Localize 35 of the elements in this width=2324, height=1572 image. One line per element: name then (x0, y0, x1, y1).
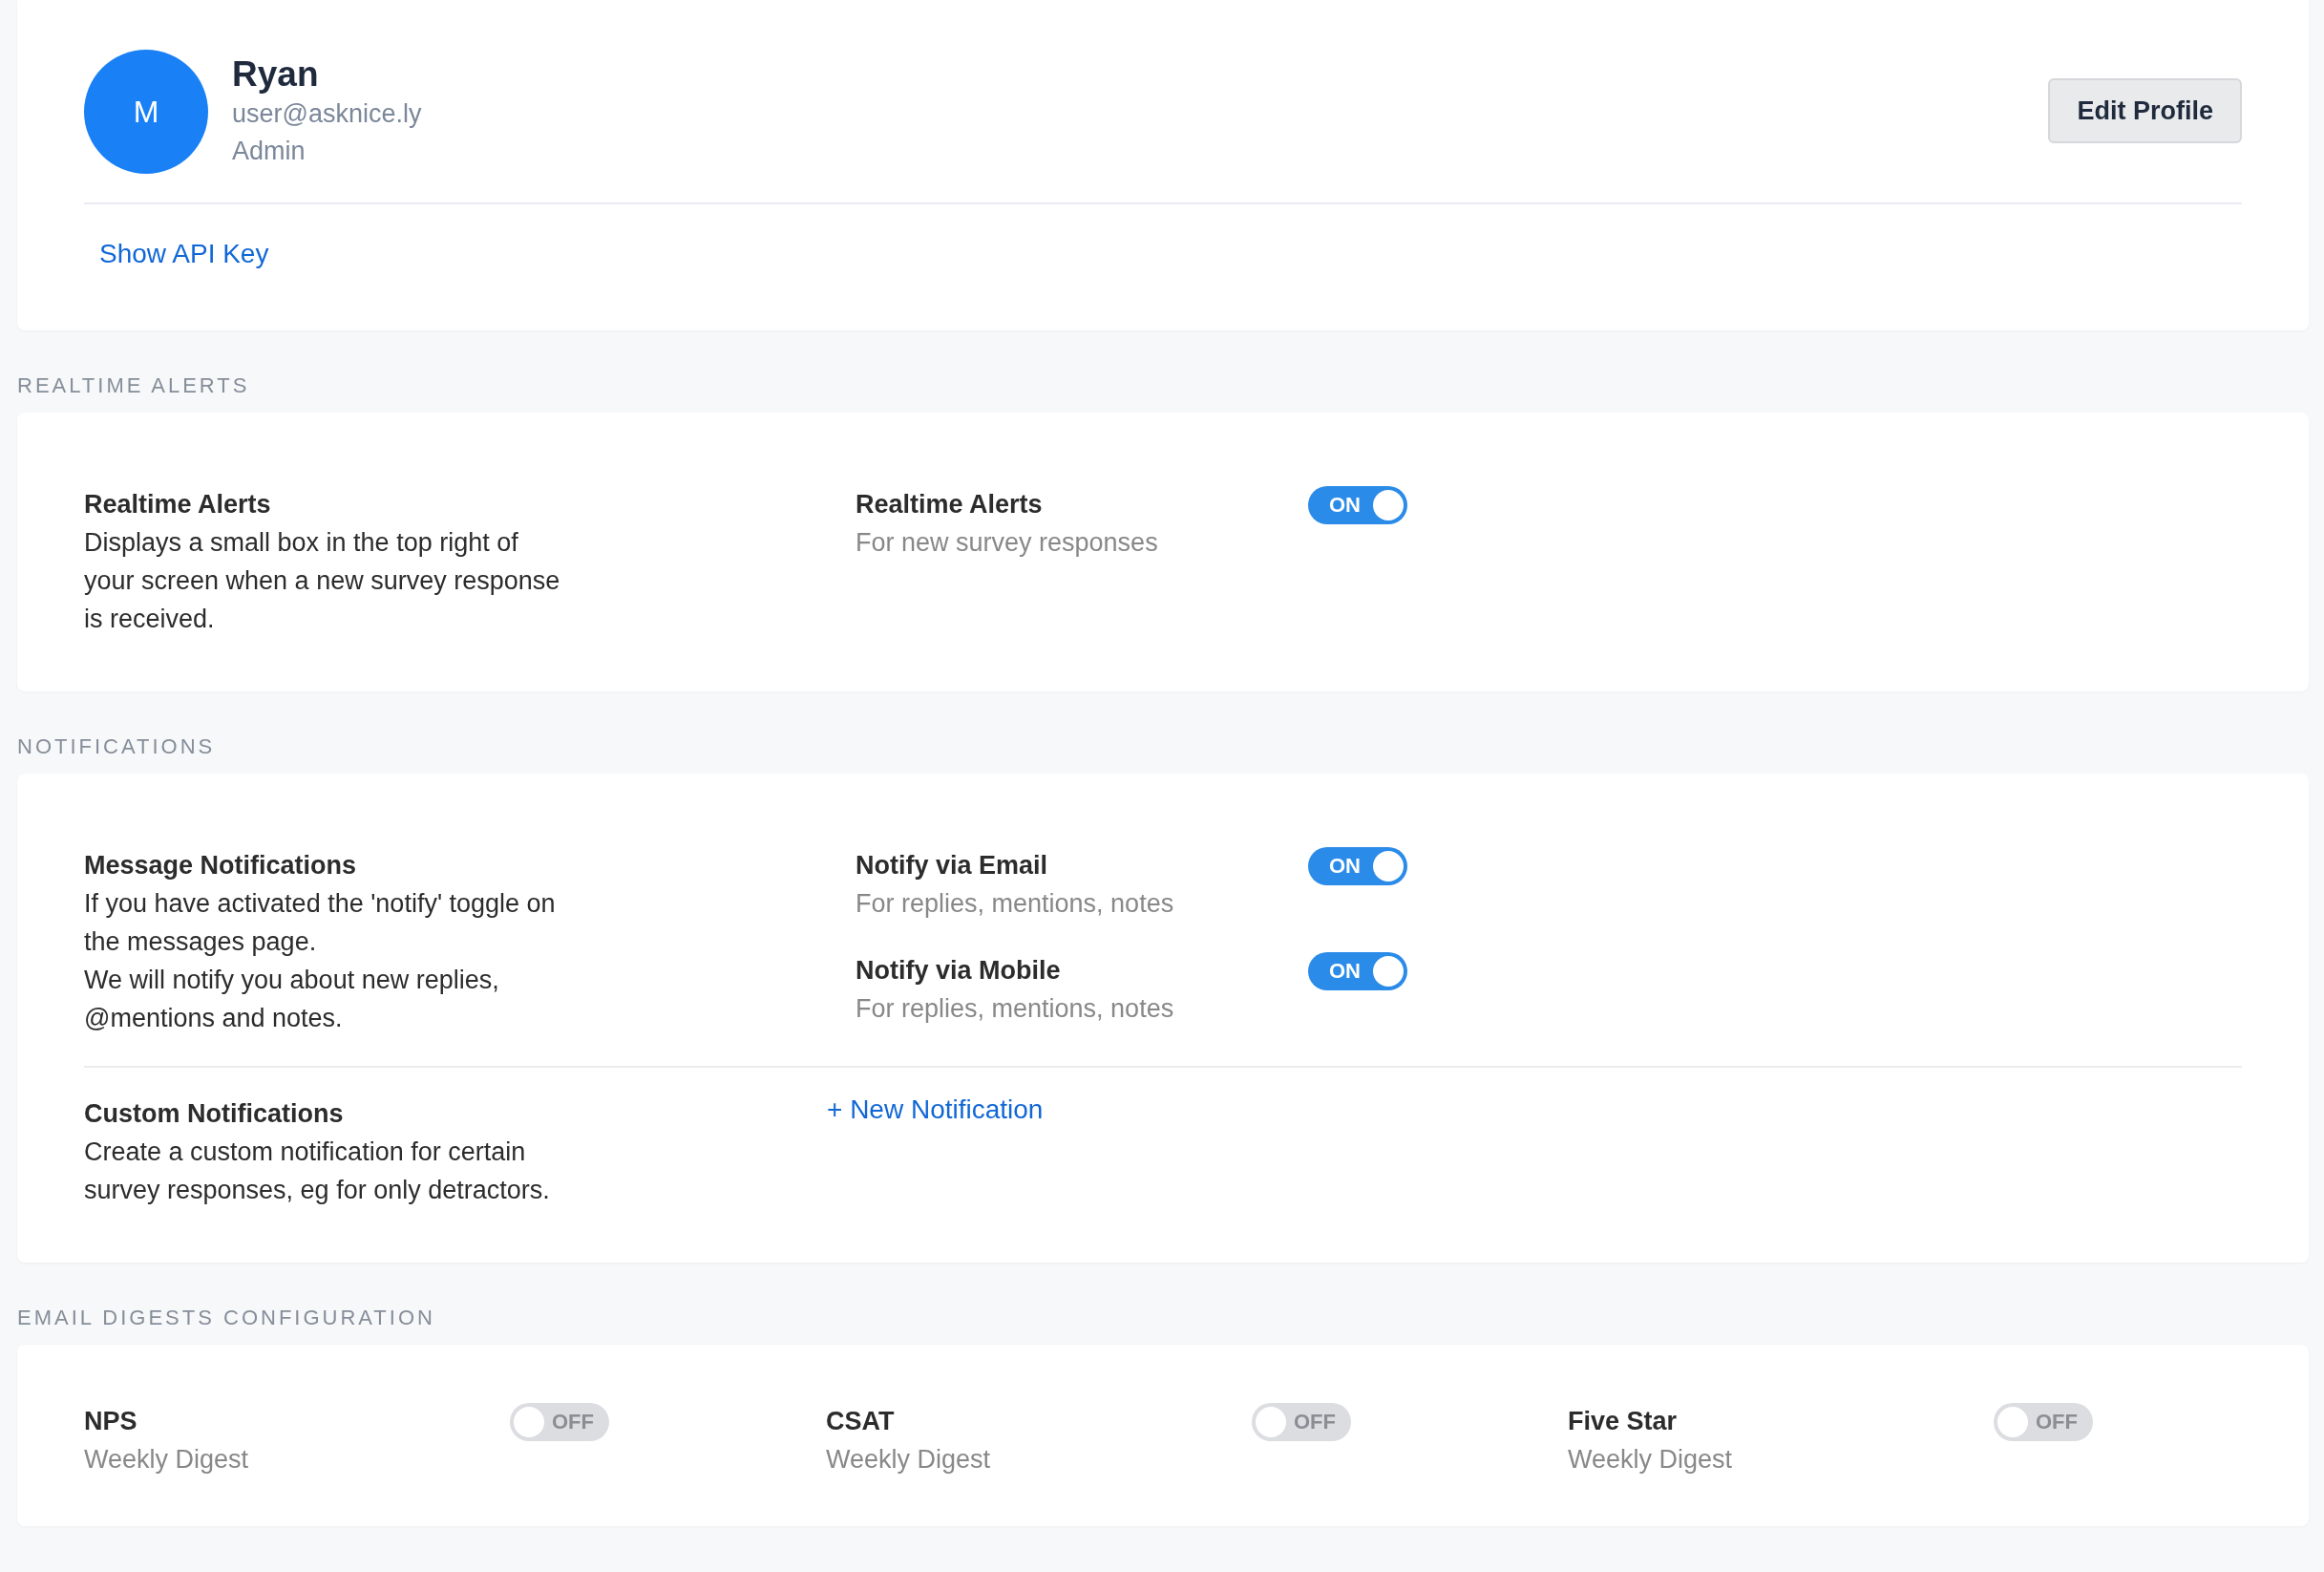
toggle-switch[interactable]: ON (1308, 952, 1407, 990)
digest-sublabel: Weekly Digest (826, 1444, 992, 1476)
setting-description: If you have activated the 'notify' toggle on the messages page. (84, 888, 557, 958)
setting-title: Custom Notifications (84, 1098, 344, 1130)
toggle-switch[interactable]: OFF (1252, 1403, 1351, 1441)
section-heading: REALTIME ALERTS (17, 372, 251, 399)
setting-sublabel: For new survey responses (856, 527, 1159, 559)
setting-sublabel: For replies, mentions, notes (856, 888, 1175, 920)
section-heading: NOTIFICATIONS (17, 733, 217, 760)
setting-title: Realtime Alerts (84, 489, 271, 520)
user-role: Admin (232, 136, 306, 167)
toggle-switch[interactable]: ON (1308, 486, 1407, 524)
toggle-switch[interactable]: ON (1308, 847, 1407, 885)
setting-title: Message Notifications (84, 850, 357, 882)
edit-profile-button[interactable]: Edit Profile (2048, 78, 2242, 143)
setting-description: We will notify you about new replies, @mentions and notes. (84, 965, 500, 1034)
digest-sublabel: Weekly Digest (84, 1444, 250, 1476)
toggle-switch[interactable]: OFF (1994, 1403, 2093, 1441)
digest-name: CSAT (826, 1406, 895, 1437)
setting-description: Create a custom notification for certain survey responses, eg for only detractors. (84, 1137, 551, 1206)
new-notification-link[interactable]: + New Notification (827, 1094, 1044, 1125)
setting-description: Displays a small box in the top right of your screen when a new survey response is received. (84, 527, 561, 635)
setting-label: Notify via Email (856, 850, 1048, 882)
avatar: M (84, 50, 208, 174)
setting-label: Notify via Mobile (856, 955, 1061, 987)
digest-name: NPS (84, 1406, 137, 1437)
toggle-switch[interactable]: OFF (510, 1403, 609, 1441)
setting-label: Realtime Alerts (856, 489, 1043, 520)
digest-name: Five Star (1568, 1406, 1678, 1437)
digest-sublabel: Weekly Digest (1568, 1444, 1734, 1476)
user-name: Ryan (232, 53, 320, 96)
user-email: user@asknice.ly (232, 98, 423, 130)
section-heading: EMAIL DIGESTS CONFIGURATION (17, 1305, 436, 1331)
setting-sublabel: For replies, mentions, notes (856, 993, 1175, 1025)
show-api-key-link[interactable]: Show API Key (99, 239, 269, 269)
